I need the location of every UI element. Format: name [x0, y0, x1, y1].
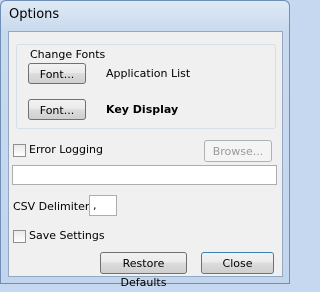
application-list-label: Application List [106, 67, 191, 80]
window-title: Options [9, 7, 60, 22]
save-settings-checkbox[interactable] [13, 230, 26, 243]
font-button-key-display[interactable]: Font... [28, 99, 86, 120]
restore-defaults-button[interactable]: Restore Defaults [100, 252, 187, 289]
change-fonts-group: Change Fonts Font... Application List Fo… [16, 44, 276, 129]
title-bar[interactable]: Options [1, 1, 289, 31]
csv-delimiter-input[interactable] [89, 195, 117, 216]
key-display-label: Key Display [106, 103, 179, 116]
dialog-body: Change Fonts Font... Application List Fo… [8, 31, 283, 289]
options-window: Options Change Fonts Font... Application… [0, 0, 290, 289]
browse-button[interactable]: Browse... [204, 140, 272, 162]
group-title: Change Fonts [28, 48, 108, 61]
log-path-input[interactable] [12, 165, 277, 185]
error-logging-checkbox[interactable] [13, 144, 26, 157]
font-button-application-list[interactable]: Font... [28, 63, 86, 84]
close-button[interactable]: Close [201, 252, 274, 274]
csv-delimiter-label: CSV Delimiter: [13, 200, 93, 213]
error-logging-label[interactable]: Error Logging [29, 143, 103, 156]
save-settings-label[interactable]: Save Settings [29, 229, 105, 242]
